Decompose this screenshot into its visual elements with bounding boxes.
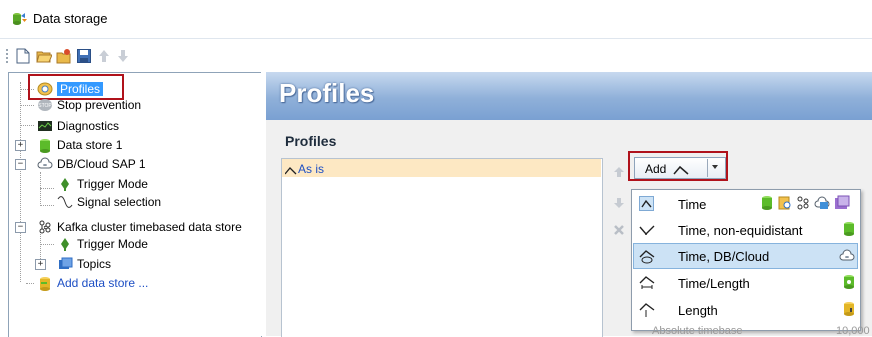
tree-connector bbox=[26, 283, 34, 284]
menu-item-label: Time, non-equidistant bbox=[678, 223, 803, 238]
expand-toggle[interactable]: + bbox=[35, 259, 46, 270]
page-title: Profiles bbox=[279, 78, 375, 108]
time-non-equidistant-icon bbox=[639, 222, 655, 238]
toolbar-grip[interactable] bbox=[6, 49, 10, 63]
collapse-toggle[interactable]: − bbox=[15, 159, 26, 170]
tree-item-label: Signal selection bbox=[77, 194, 162, 209]
tree-item-label: Stop prevention bbox=[57, 97, 142, 112]
list-item-label: As is bbox=[298, 162, 325, 176]
database-icon bbox=[760, 195, 774, 214]
tree-connector bbox=[40, 244, 54, 245]
window-title: Data storage bbox=[33, 11, 108, 26]
cloud-database-icon bbox=[37, 157, 53, 171]
tree-item-label: Trigger Mode bbox=[77, 176, 148, 191]
tree-item-label: Data store 1 bbox=[57, 137, 123, 152]
timebase-value: 10,000 bbox=[836, 325, 870, 337]
length-icon bbox=[639, 302, 655, 318]
topics-icon bbox=[57, 257, 73, 271]
expand-toggle[interactable]: + bbox=[15, 140, 26, 151]
list-item[interactable] bbox=[282, 159, 601, 177]
menu-item-label: Time bbox=[678, 197, 707, 212]
move-up-icon[interactable] bbox=[610, 163, 628, 181]
svg-text:STOP: STOP bbox=[38, 103, 52, 109]
trigger-icon bbox=[57, 177, 73, 191]
tree-item-trigger-mode[interactable]: Trigger Mode bbox=[57, 175, 148, 192]
signal-icon bbox=[57, 195, 73, 209]
tree-item-signal-selection[interactable]: Signal selection bbox=[57, 193, 161, 210]
topics-icon bbox=[834, 195, 850, 214]
menu-item-label: Time, DB/Cloud bbox=[678, 249, 770, 264]
arrow-up-icon[interactable] bbox=[95, 47, 113, 65]
tree-item-label: Diagnostics bbox=[57, 118, 120, 133]
tree-item-kafka-cluster[interactable]: Kafka cluster timebased data store bbox=[37, 218, 242, 235]
time-icon bbox=[639, 196, 654, 211]
menu-item-length[interactable] bbox=[632, 297, 858, 323]
tree-connector bbox=[40, 205, 54, 206]
tree-item-label: Add data store ... bbox=[57, 275, 149, 290]
trigger-icon bbox=[57, 237, 73, 251]
cloud-database-icon bbox=[814, 196, 830, 213]
menu-item-label: Length bbox=[678, 303, 718, 318]
data-storage-icon bbox=[12, 12, 28, 26]
highlight-box bbox=[628, 151, 728, 181]
database-icon bbox=[37, 138, 53, 153]
tree-item-add-data-store[interactable]: Add data store ... bbox=[37, 274, 148, 291]
profiles-list[interactable] bbox=[281, 158, 603, 337]
tree-item-db-cloud-sap[interactable]: DB/Cloud SAP 1 bbox=[37, 155, 146, 172]
open-settings-icon[interactable] bbox=[55, 47, 73, 65]
profiles-icon bbox=[778, 196, 792, 213]
database-config-icon bbox=[842, 274, 856, 293]
tree-item-label: Topics bbox=[77, 256, 112, 271]
tree-item-stop-prevention[interactable]: STOP Stop prevention bbox=[37, 96, 141, 113]
time-db-cloud-icon bbox=[639, 248, 655, 264]
tree-connector bbox=[40, 172, 41, 206]
tree-connector bbox=[20, 125, 34, 126]
tree-connector bbox=[20, 105, 34, 106]
tree-item-label: DB/Cloud SAP 1 bbox=[57, 156, 146, 171]
tree-item-label: Trigger Mode bbox=[77, 236, 148, 251]
menu-item-label: Time/Length bbox=[678, 276, 750, 291]
kafka-icon bbox=[37, 220, 53, 234]
tree-item-trigger-mode[interactable]: Trigger Mode bbox=[57, 235, 148, 252]
collapse-toggle[interactable]: − bbox=[15, 222, 26, 233]
save-icon[interactable] bbox=[75, 47, 93, 65]
absolute-timebase-option: Absolute timebase bbox=[652, 325, 743, 337]
title-bar bbox=[0, 0, 872, 39]
move-down-icon[interactable] bbox=[610, 194, 628, 212]
arrow-down-icon[interactable] bbox=[114, 47, 132, 65]
cloud-database-icon bbox=[839, 249, 855, 266]
add-database-icon bbox=[37, 276, 53, 291]
tree-connector bbox=[20, 82, 21, 282]
kafka-icon bbox=[796, 196, 810, 213]
tree-item-diagnostics[interactable]: Diagnostics bbox=[37, 117, 119, 134]
stop-icon: STOP bbox=[37, 98, 53, 112]
delete-icon[interactable] bbox=[610, 221, 628, 239]
open-icon[interactable] bbox=[35, 47, 53, 65]
add-database-icon bbox=[842, 301, 856, 320]
tree-item-label: Kafka cluster timebased data store bbox=[57, 219, 242, 234]
database-icon bbox=[842, 221, 856, 240]
time-profile-icon bbox=[284, 164, 297, 178]
section-title: Profiles bbox=[285, 133, 337, 149]
tree-connector bbox=[40, 188, 54, 189]
time-length-icon bbox=[639, 275, 655, 291]
diagnostics-icon bbox=[37, 119, 53, 133]
tree-item-data-store-1[interactable]: Data store 1 bbox=[37, 136, 122, 153]
new-icon[interactable] bbox=[14, 47, 32, 65]
tree-item-topics[interactable]: Topics bbox=[57, 255, 111, 272]
